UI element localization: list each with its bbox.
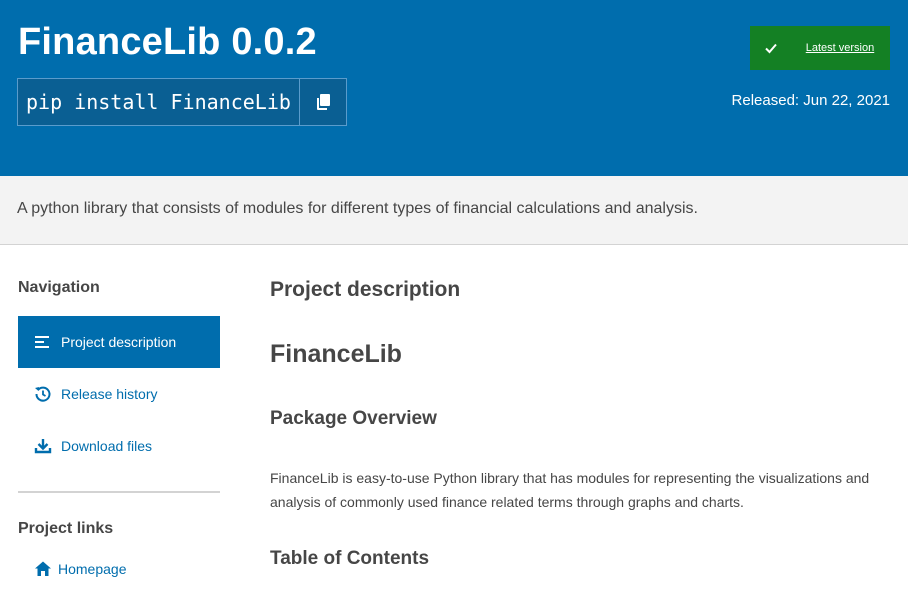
nav-project-description[interactable]: Project description [18,316,220,368]
readme-heading: FinanceLib [270,340,402,368]
copy-button[interactable] [298,79,346,125]
homepage-label: Homepage [58,561,127,577]
download-icon [34,437,52,455]
project-links-heading: Project links [18,520,114,537]
release-date: Released: Jun 22, 2021 [731,92,890,109]
nav-item-label: Download files [61,438,153,454]
latest-version-link[interactable]: Latest version [791,27,889,69]
home-icon [34,560,52,578]
package-title: FinanceLib 0.0.2 [18,21,317,63]
table-of-contents-heading: Table of Contents [270,548,430,569]
navigation-heading: Navigation [18,279,100,296]
package-summary-bar: A python library that consists of module… [0,176,908,245]
sidebar-divider [18,491,220,493]
history-icon [34,385,52,403]
latest-version-badge[interactable]: Latest version [750,26,890,70]
package-summary: A python library that consists of module… [17,200,698,217]
sidebar: Navigation Project description Release h… [18,270,220,591]
check-icon [751,27,791,69]
nav-item-label: Release history [61,386,158,402]
package-header-banner: FinanceLib 0.0.2 pip install FinanceLib … [0,0,908,176]
section-title: Project description [270,278,461,301]
nav-item-label: Project description [61,334,177,350]
package-overview-heading: Package Overview [270,408,437,429]
overview-paragraph: FinanceLib is easy-to-use Python library… [270,470,870,510]
pip-command[interactable]: pip install FinanceLib [18,79,299,125]
homepage-link[interactable]: Homepage [18,547,220,591]
nav-release-history[interactable]: Release history [18,368,220,420]
copy-icon [316,94,330,110]
nav-download-files[interactable]: Download files [18,420,220,472]
pip-install-box: pip install FinanceLib [17,78,347,126]
align-left-icon [34,333,52,351]
